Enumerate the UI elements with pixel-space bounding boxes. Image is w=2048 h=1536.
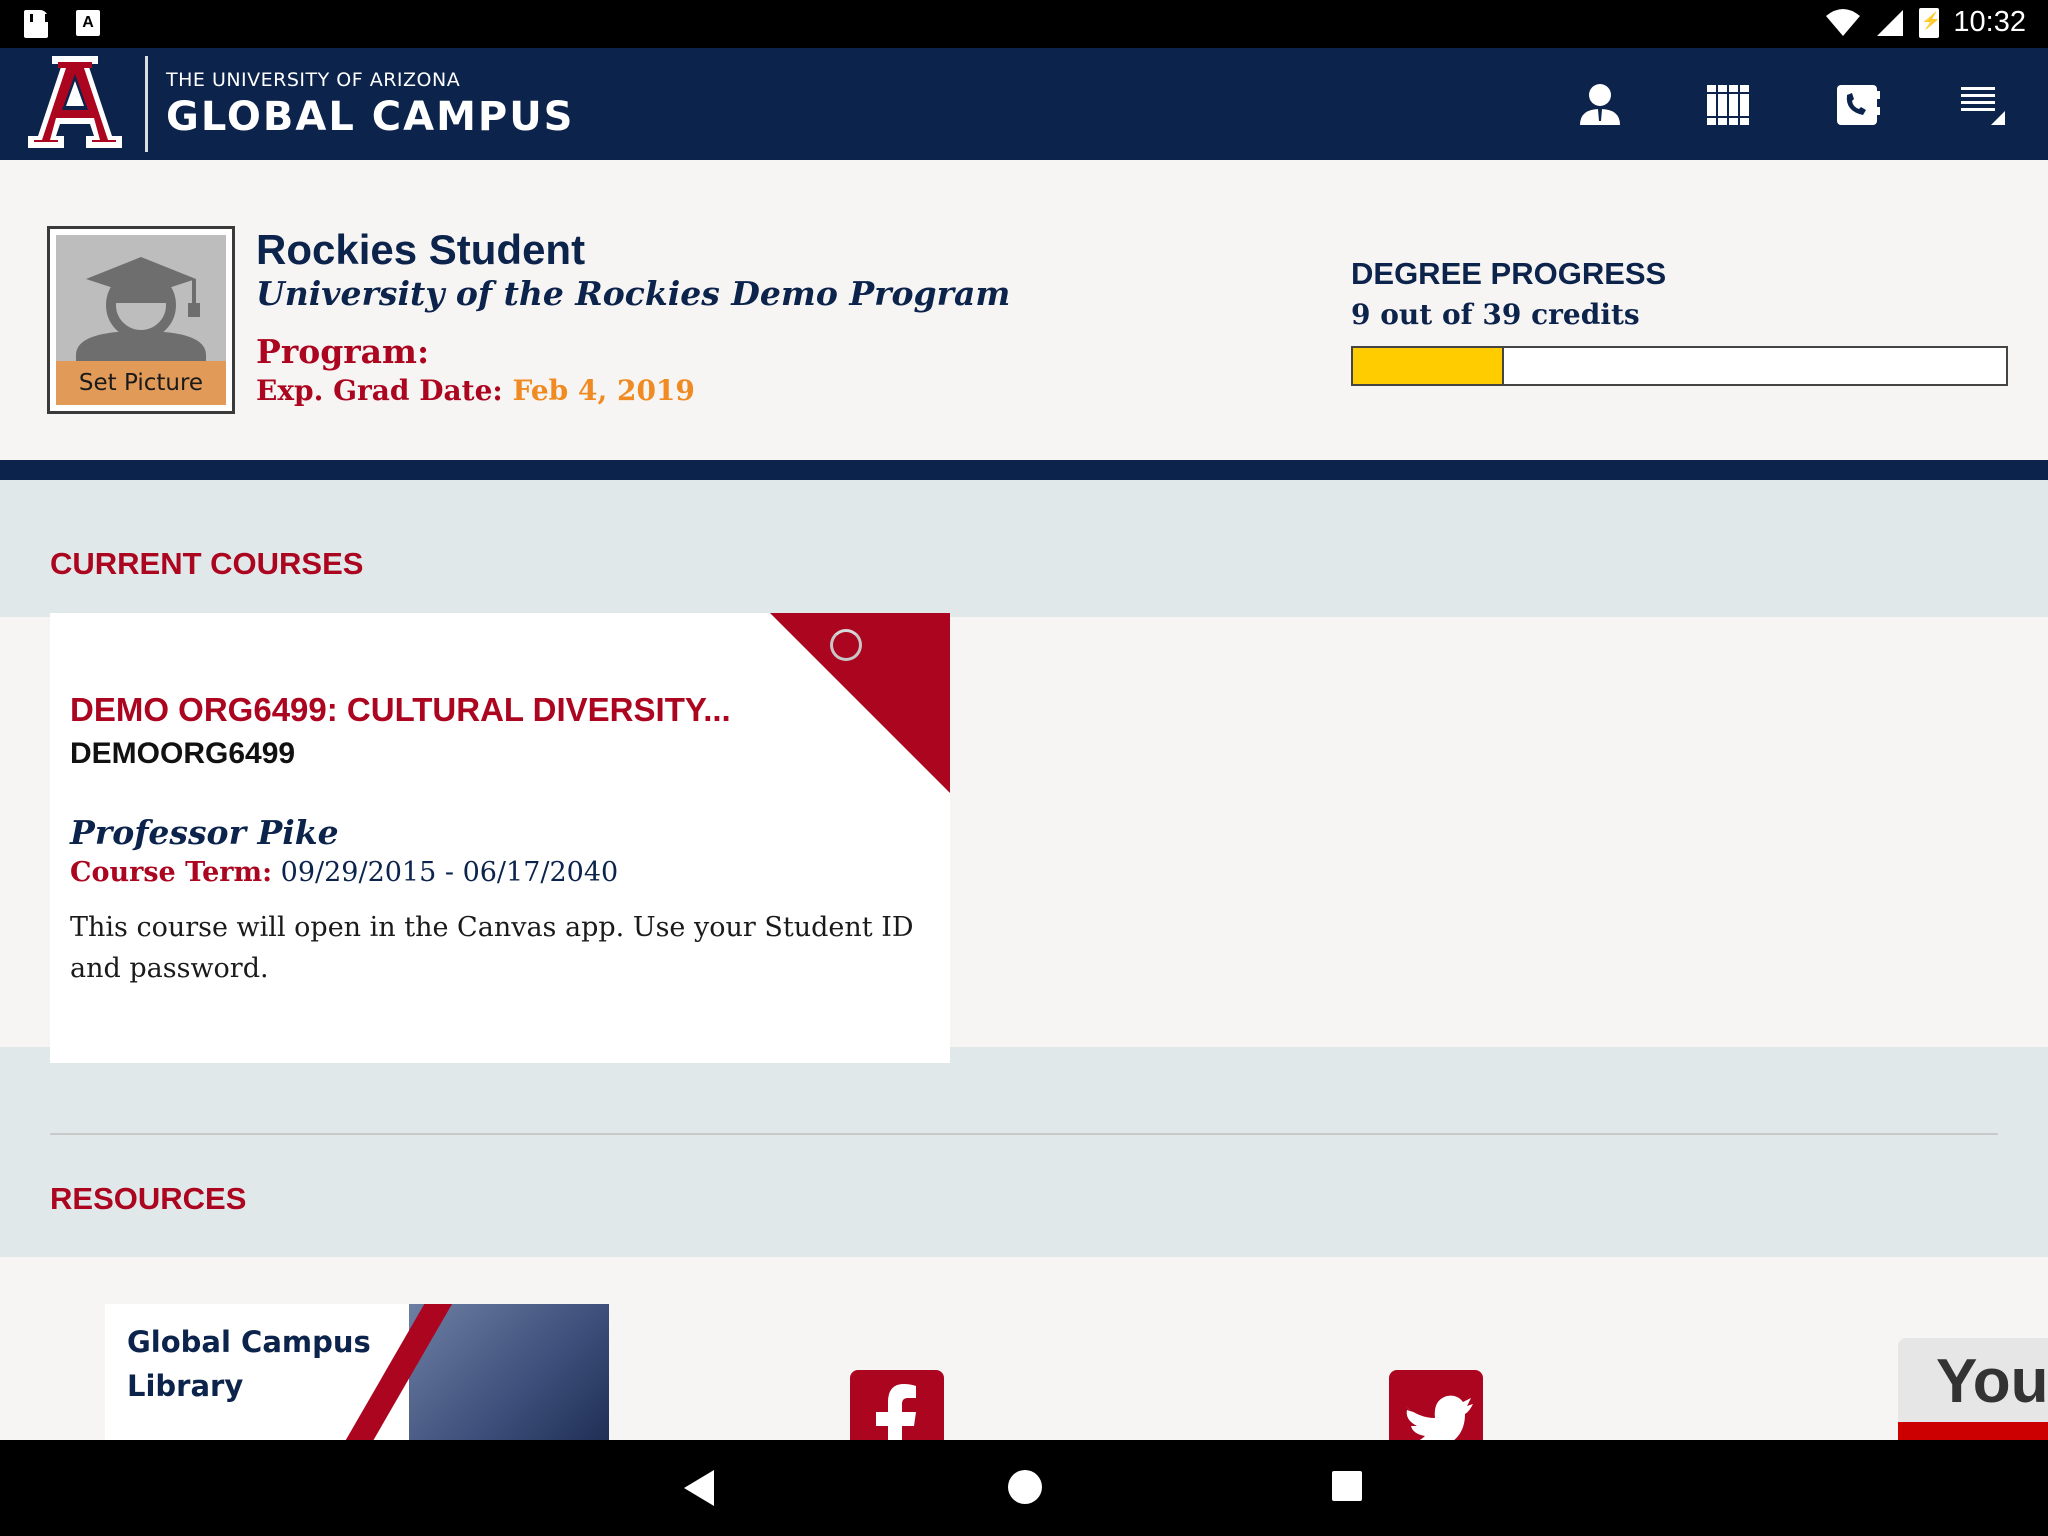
course-professor: Professor Pike — [70, 813, 339, 852]
back-button[interactable] — [684, 1470, 714, 1506]
arizona-a-logo-icon — [28, 56, 122, 148]
grad-date-label: Exp. Grad Date: — [256, 374, 503, 407]
grad-date-value: Feb 4, 2019 — [512, 374, 695, 407]
degree-progress-bar — [1351, 346, 2008, 386]
logo-divider — [145, 56, 148, 152]
current-courses-title: CURRENT COURSES — [50, 546, 364, 581]
degree-progress-title: DEGREE PROGRESS — [1351, 256, 1667, 291]
degree-progress-fill — [1353, 348, 1504, 384]
battery-charging-icon — [1919, 7, 1941, 38]
library-card[interactable]: Global Campus Library — [105, 1304, 609, 1440]
logo-big-text: GLOBAL CAMPUS — [166, 94, 575, 140]
course-term-value: 09/29/2015 - 06/17/2040 — [280, 857, 619, 888]
library-books-icon[interactable] — [1698, 74, 1758, 134]
course-term-label: Course Term: — [70, 857, 273, 888]
recents-button[interactable] — [1332, 1471, 1362, 1501]
course-card[interactable]: DEMO ORG6499: CULTURAL DIVERSITY... DEMO… — [50, 613, 950, 1063]
course-code: DEMOORG6499 — [70, 737, 296, 770]
set-picture-button[interactable]: Set Picture — [56, 361, 226, 405]
android-nav-bar — [0, 1440, 2048, 1536]
grad-date-row: Exp. Grad Date: Feb 4, 2019 — [256, 374, 695, 407]
cell-signal-icon — [1877, 9, 1904, 36]
logo-small-text: THE UNIVERSITY OF ARIZONA — [166, 69, 461, 91]
app-header: THE UNIVERSITY OF ARIZONA GLOBAL CAMPUS — [0, 48, 2048, 160]
section-divider — [50, 1133, 1998, 1135]
profile-icon[interactable] — [1570, 74, 1630, 134]
library-label: Global Campus Library — [127, 1325, 371, 1403]
degree-progress-credits: 9 out of 39 credits — [1351, 298, 1640, 331]
loading-spinner-icon — [830, 629, 862, 661]
youtube-label: You — [1936, 1347, 2048, 1416]
resources-title: RESOURCES — [50, 1181, 247, 1216]
course-term-row: Course Term: 09/29/2015 - 06/17/2040 — [70, 857, 618, 888]
program-label: Program: — [256, 332, 430, 371]
contact-phone-icon[interactable] — [1828, 74, 1888, 134]
profile-divider-band — [0, 460, 2048, 480]
status-time: 10:32 — [1953, 6, 2026, 38]
accessibility-a-icon: A — [76, 10, 100, 36]
university-logo[interactable] — [24, 56, 126, 152]
course-title[interactable]: DEMO ORG6499: CULTURAL DIVERSITY... — [70, 691, 731, 729]
home-button[interactable] — [1008, 1470, 1042, 1504]
student-name: Rockies Student — [256, 226, 586, 273]
profile-panel: Set Picture Rockies Student University o… — [0, 160, 2048, 460]
program-name: University of the Rockies Demo Program — [256, 274, 1011, 313]
sd-card-icon — [24, 10, 48, 38]
status-bar: A 10:32 — [0, 0, 2048, 48]
menu-icon[interactable] — [1952, 74, 2012, 134]
avatar[interactable]: Set Picture — [47, 226, 235, 414]
course-note: This course will open in the Canvas app.… — [70, 912, 914, 984]
youtube-icon[interactable]: You — [1898, 1338, 2048, 1448]
wifi-icon — [1826, 8, 1861, 36]
